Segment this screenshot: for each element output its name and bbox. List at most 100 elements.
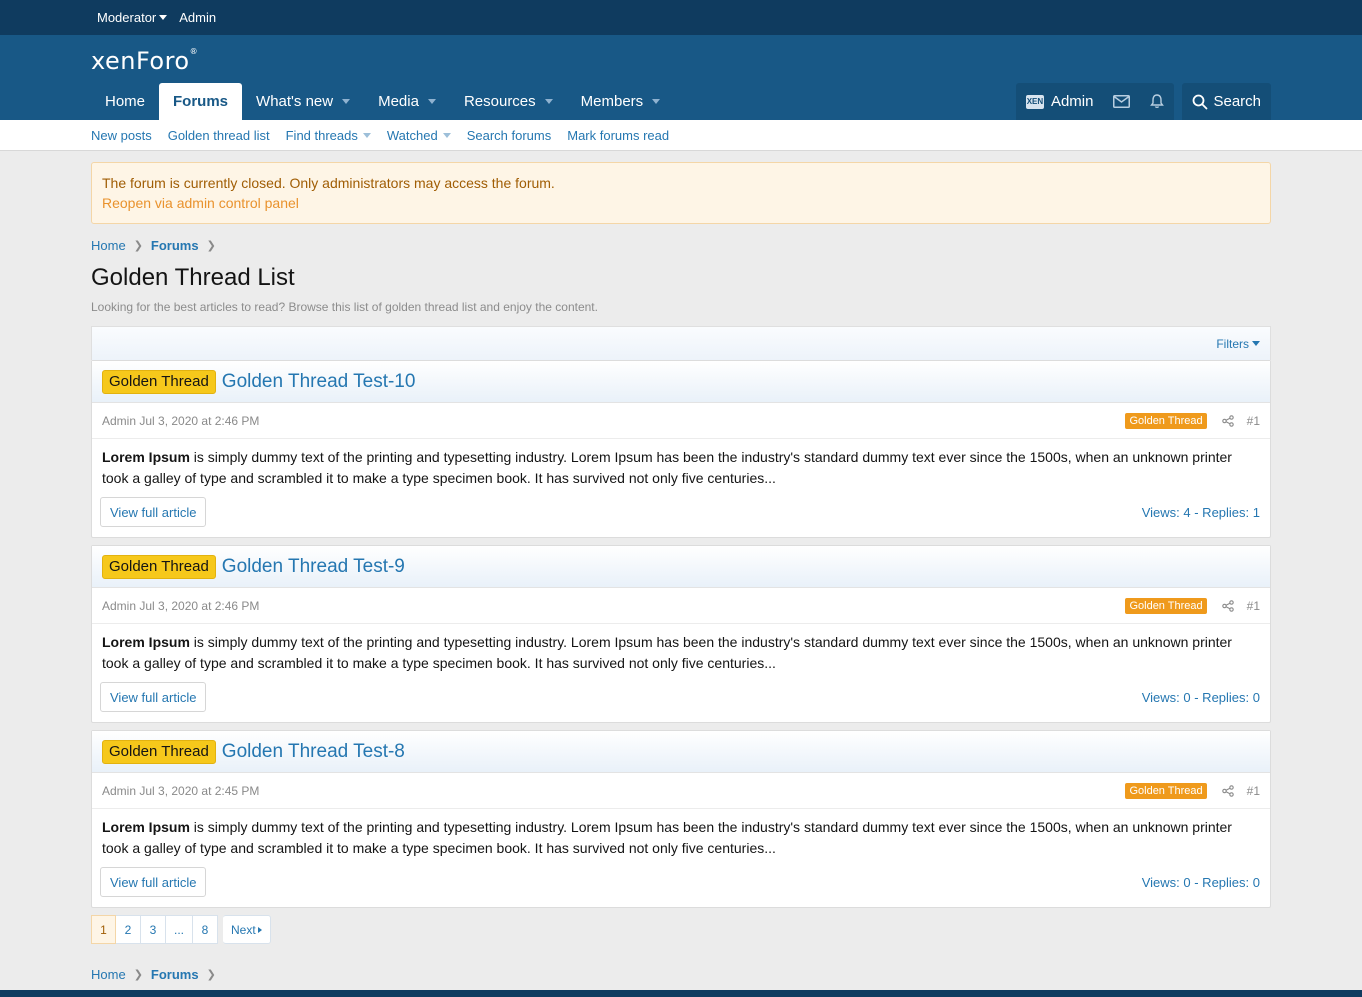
- excerpt-bold: Lorem Ipsum: [102, 634, 190, 650]
- thread-author-date: Admin Jul 3, 2020 at 2:46 PM: [102, 413, 260, 428]
- thread-card: Golden Thread Golden Thread Test-9 Admin…: [91, 545, 1271, 723]
- thread-title-link[interactable]: Golden Thread Test-10: [222, 371, 416, 393]
- thread-excerpt: Lorem Ipsum is simply dummy text of the …: [92, 624, 1270, 674]
- breadcrumb: Home ❯ Forums ❯: [91, 237, 1271, 253]
- thread-title-link[interactable]: Golden Thread Test-8: [222, 741, 405, 763]
- nav-tab-forums-label: Forums: [173, 93, 229, 110]
- page-description: Looking for the best articles to read? B…: [91, 300, 598, 314]
- share-icon[interactable]: [1221, 784, 1234, 797]
- account-label: Admin: [1050, 93, 1094, 110]
- nav-tab-members-label: Members: [580, 93, 644, 110]
- chevron-right-icon: ❯: [206, 968, 216, 981]
- avatar: XEN: [1025, 94, 1044, 109]
- moderator-menu[interactable]: Moderator: [91, 10, 173, 25]
- page-2-link[interactable]: 2: [116, 915, 141, 944]
- thread-header: Golden Thread Golden Thread Test-9: [92, 546, 1270, 588]
- thread-header: Golden Thread Golden Thread Test-10: [92, 361, 1270, 403]
- post-number-link[interactable]: #1: [1247, 784, 1260, 798]
- main-nav: Home Forums What's new Media Resources M…: [91, 83, 674, 120]
- breadcrumb-home[interactable]: Home: [91, 967, 126, 982]
- search-group: Search: [1182, 83, 1271, 120]
- envelope-icon: [1113, 95, 1131, 108]
- view-full-article-button[interactable]: View full article: [100, 867, 207, 897]
- page-1-link[interactable]: 1: [91, 915, 116, 944]
- bell-icon: [1150, 94, 1165, 109]
- nav-tab-home[interactable]: Home: [91, 83, 159, 120]
- next-page-button[interactable]: Next: [223, 915, 271, 944]
- account-button[interactable]: XEN Admin: [1016, 83, 1104, 120]
- filters-label: Filters: [1216, 336, 1249, 351]
- next-page-label: Next: [231, 922, 256, 937]
- golden-thread-label[interactable]: Golden Thread: [102, 739, 216, 764]
- page-3-link[interactable]: 3: [141, 915, 166, 944]
- chevron-right-icon: ❯: [133, 968, 143, 981]
- golden-thread-label[interactable]: Golden Thread: [102, 369, 216, 394]
- nav-tab-forums[interactable]: Forums: [159, 83, 243, 120]
- inbox-button[interactable]: [1103, 83, 1140, 120]
- excerpt-text: is simply dummy text of the printing and…: [102, 634, 1232, 671]
- caret-down-icon[interactable]: [342, 99, 351, 104]
- nav-tab-home-label: Home: [105, 93, 146, 110]
- alerts-button[interactable]: [1140, 83, 1174, 120]
- logo-mark: ®: [189, 47, 199, 56]
- nav-tab-media-label: Media: [378, 93, 419, 110]
- reopen-link[interactable]: Reopen via admin control panel: [102, 193, 1260, 213]
- sub-nav: New posts Golden thread list Find thread…: [0, 120, 1362, 151]
- moderator-label: Moderator: [97, 10, 157, 25]
- share-icon[interactable]: [1221, 414, 1234, 427]
- subnav-watched[interactable]: Watched: [379, 128, 459, 143]
- thread-title-link[interactable]: Golden Thread Test-9: [222, 556, 405, 578]
- site-header: xenForo® Home Forums What's new Media Re…: [0, 35, 1362, 120]
- caret-down-icon[interactable]: [652, 99, 661, 104]
- golden-thread-label[interactable]: Golden Thread: [102, 554, 216, 579]
- admin-link[interactable]: Admin: [173, 10, 222, 25]
- thread-meta: Admin Jul 3, 2020 at 2:46 PM Golden Thre…: [92, 588, 1270, 624]
- subnav-mark-forums-read[interactable]: Mark forums read: [559, 128, 677, 143]
- thread-excerpt: Lorem Ipsum is simply dummy text of the …: [92, 809, 1270, 859]
- caret-down-icon: [159, 15, 168, 20]
- chevron-right-icon: ❯: [133, 239, 143, 252]
- search-button[interactable]: Search: [1182, 83, 1271, 120]
- breadcrumb-bottom: Home ❯ Forums ❯: [91, 966, 1271, 982]
- filters-button[interactable]: Filters: [1216, 337, 1260, 351]
- subnav-watched-label: Watched: [386, 127, 438, 143]
- subnav-find-threads-label: Find threads: [285, 127, 358, 143]
- subnav-new-posts[interactable]: New posts: [91, 128, 160, 143]
- subnav-search-forums[interactable]: Search forums: [459, 128, 560, 143]
- page-title: Golden Thread List: [91, 264, 295, 291]
- post-number-link[interactable]: #1: [1247, 414, 1260, 428]
- filter-bar: Filters: [91, 326, 1271, 360]
- excerpt-text: is simply dummy text of the printing and…: [102, 819, 1232, 856]
- caret-down-icon: [362, 132, 371, 138]
- triangle-right-icon: [257, 926, 262, 933]
- thread-card: Golden Thread Golden Thread Test-8 Admin…: [91, 730, 1271, 908]
- subnav-golden-thread-list[interactable]: Golden thread list: [160, 128, 278, 143]
- caret-down-icon[interactable]: [427, 99, 436, 104]
- page-jump-button[interactable]: ...: [166, 915, 194, 944]
- breadcrumb-forums[interactable]: Forums: [151, 967, 199, 982]
- excerpt-text: is simply dummy text of the printing and…: [102, 449, 1232, 486]
- nav-tab-resources-label: Resources: [463, 93, 536, 110]
- view-full-article-button[interactable]: View full article: [100, 682, 207, 712]
- share-icon[interactable]: [1221, 599, 1234, 612]
- thread-meta: Admin Jul 3, 2020 at 2:46 PM Golden Thre…: [92, 403, 1270, 439]
- breadcrumb-home[interactable]: Home: [91, 238, 126, 253]
- nav-tab-media[interactable]: Media: [364, 83, 450, 120]
- breadcrumb-forums[interactable]: Forums: [151, 238, 199, 253]
- subnav-find-threads[interactable]: Find threads: [278, 128, 379, 143]
- nav-tab-whats-new[interactable]: What's new: [242, 83, 364, 120]
- nav-tab-members[interactable]: Members: [567, 83, 675, 120]
- staff-bar: Moderator Admin: [0, 0, 1362, 35]
- notice-message: The forum is currently closed. Only admi…: [102, 175, 555, 191]
- caret-down-icon[interactable]: [544, 99, 553, 104]
- xenforo-logo[interactable]: xenForo®: [91, 47, 198, 75]
- post-number-link[interactable]: #1: [1247, 599, 1260, 613]
- pagination: 1 2 3 ... 8 Next: [91, 915, 1271, 944]
- golden-thread-badge: Golden Thread: [1125, 597, 1207, 614]
- nav-tab-resources[interactable]: Resources: [450, 83, 567, 120]
- page-8-link[interactable]: 8: [193, 915, 219, 944]
- thread-stats: Views: 0 - Replies: 0: [1141, 689, 1260, 705]
- nav-tab-whats-new-label: What's new: [256, 93, 334, 110]
- view-full-article-button[interactable]: View full article: [100, 497, 207, 527]
- account-group: XEN Admin: [1015, 83, 1175, 120]
